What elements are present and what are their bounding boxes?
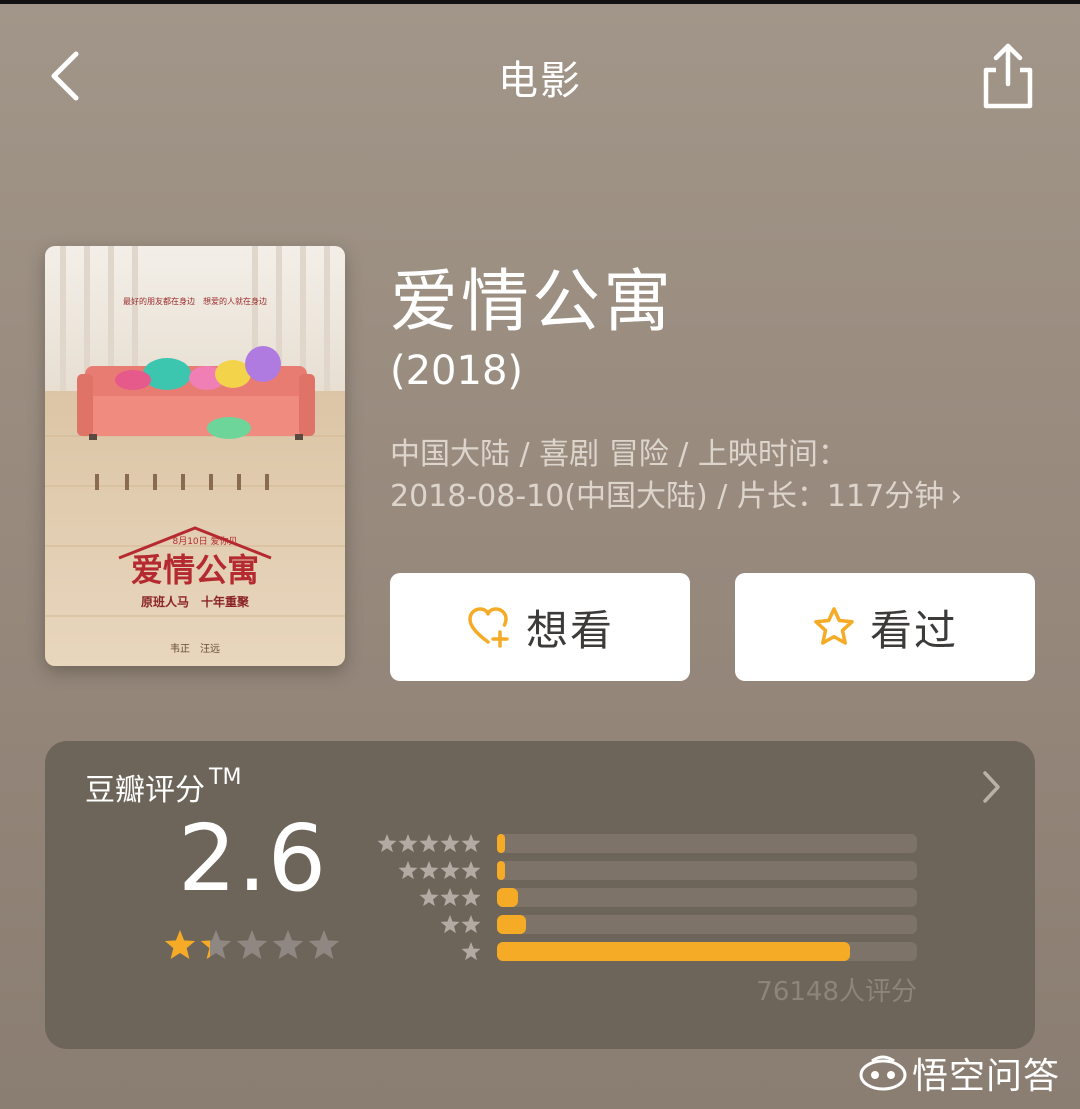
distribution-fill — [497, 942, 850, 961]
star-icon — [440, 888, 460, 907]
star-icon — [419, 834, 439, 853]
star-icon — [440, 861, 460, 880]
want-to-watch-button[interactable]: 想看 — [390, 573, 690, 681]
rating-star-5 — [308, 930, 340, 959]
rating-label: 豆瓣评分 TM — [85, 765, 241, 809]
poster-subtitle: 原班人马 十年重聚 — [141, 594, 250, 609]
watermark-text: 悟空问答 — [912, 1056, 1061, 1097]
distribution-track — [497, 834, 917, 853]
movie-poster[interactable]: 最好的朋友都在身边 想爱的人就在身边 8月10日 爱你见 爱情公寓 原班人马 十… — [45, 246, 345, 666]
movie-year: (2018) — [390, 348, 524, 394]
movie-meta[interactable]: 中国大陆 / 喜剧 冒险 / 上映时间： 2018-08-10(中国大陆) / … — [390, 434, 1030, 518]
meta-line-2-text: 2018-08-10(中国大陆) / 片长：117分钟 — [390, 479, 945, 514]
page-title: 电影 — [498, 58, 582, 104]
poster-title: 爱情公寓 — [131, 551, 259, 589]
star-icon — [419, 861, 439, 880]
distribution-stars — [440, 915, 481, 934]
distribution-fill — [497, 915, 526, 934]
distribution-track — [497, 888, 917, 907]
chevron-right-icon[interactable]: › — [950, 476, 962, 518]
chevron-right-icon[interactable] — [979, 767, 1003, 807]
meta-line-1: 中国大陆 / 喜剧 冒险 / 上映时间： — [390, 437, 848, 472]
rating-score: 2.6 — [177, 805, 328, 912]
rating-star-3 — [236, 930, 268, 959]
meta-line-2: 2018-08-10(中国大陆) / 片长：117分钟 › — [390, 476, 1030, 518]
star-icon — [461, 915, 481, 934]
rating-card[interactable]: 豆瓣评分 TM 2.6 76148人评分 — [45, 741, 1035, 1049]
share-icon — [983, 43, 1033, 109]
star-icon — [398, 834, 418, 853]
movie-title: 爱情公寓 — [390, 263, 675, 342]
distribution-row-5-star — [377, 833, 937, 855]
trademark-mark: TM — [209, 765, 242, 790]
distribution-stars — [419, 888, 481, 907]
distribution-fill — [497, 834, 505, 853]
poster-tagline: 最好的朋友都在身边 想爱的人就在身边 — [123, 296, 267, 306]
distribution-row-1-star — [377, 941, 937, 963]
distribution-row-4-star — [377, 860, 937, 882]
star-icon — [440, 834, 460, 853]
rating-label-text: 豆瓣评分 — [85, 773, 205, 808]
distribution-stars — [398, 861, 481, 880]
rating-star-4 — [272, 930, 304, 959]
distribution-stars — [377, 834, 481, 853]
distribution-row-2-star — [377, 914, 937, 936]
want-to-watch-label: 想看 — [525, 605, 614, 655]
star-icon — [461, 888, 481, 907]
star-icon — [398, 861, 418, 880]
rating-star-2 — [200, 930, 232, 959]
logo-icon — [859, 1055, 907, 1091]
star-outline-icon — [814, 607, 854, 645]
rating-count: 76148人评分 — [756, 977, 917, 1007]
watermark: 悟空问答 — [858, 1048, 1060, 1098]
status-strip — [0, 0, 1080, 4]
star-icon — [461, 942, 481, 961]
star-icon — [377, 834, 397, 853]
share-button[interactable] — [974, 40, 1040, 112]
watched-button[interactable]: 看过 — [735, 573, 1035, 681]
distribution-row-3-star — [377, 887, 937, 909]
star-icon — [419, 888, 439, 907]
distribution-track — [497, 915, 917, 934]
poster-credits: 韦正 汪远 — [170, 643, 220, 655]
star-icon — [461, 861, 481, 880]
distribution-fill — [497, 861, 505, 880]
watched-label: 看过 — [869, 605, 958, 655]
rating-star-1 — [164, 930, 196, 959]
distribution-fill — [497, 888, 518, 907]
rating-stars — [164, 930, 340, 959]
star-icon — [440, 915, 460, 934]
star-icon — [461, 834, 481, 853]
distribution-track — [497, 861, 917, 880]
distribution-track — [497, 942, 917, 961]
poster-image: 最好的朋友都在身边 想爱的人就在身边 8月10日 爱你见 爱情公寓 原班人马 十… — [45, 246, 345, 666]
heart-plus-icon — [468, 607, 509, 648]
distribution-stars — [461, 942, 481, 961]
